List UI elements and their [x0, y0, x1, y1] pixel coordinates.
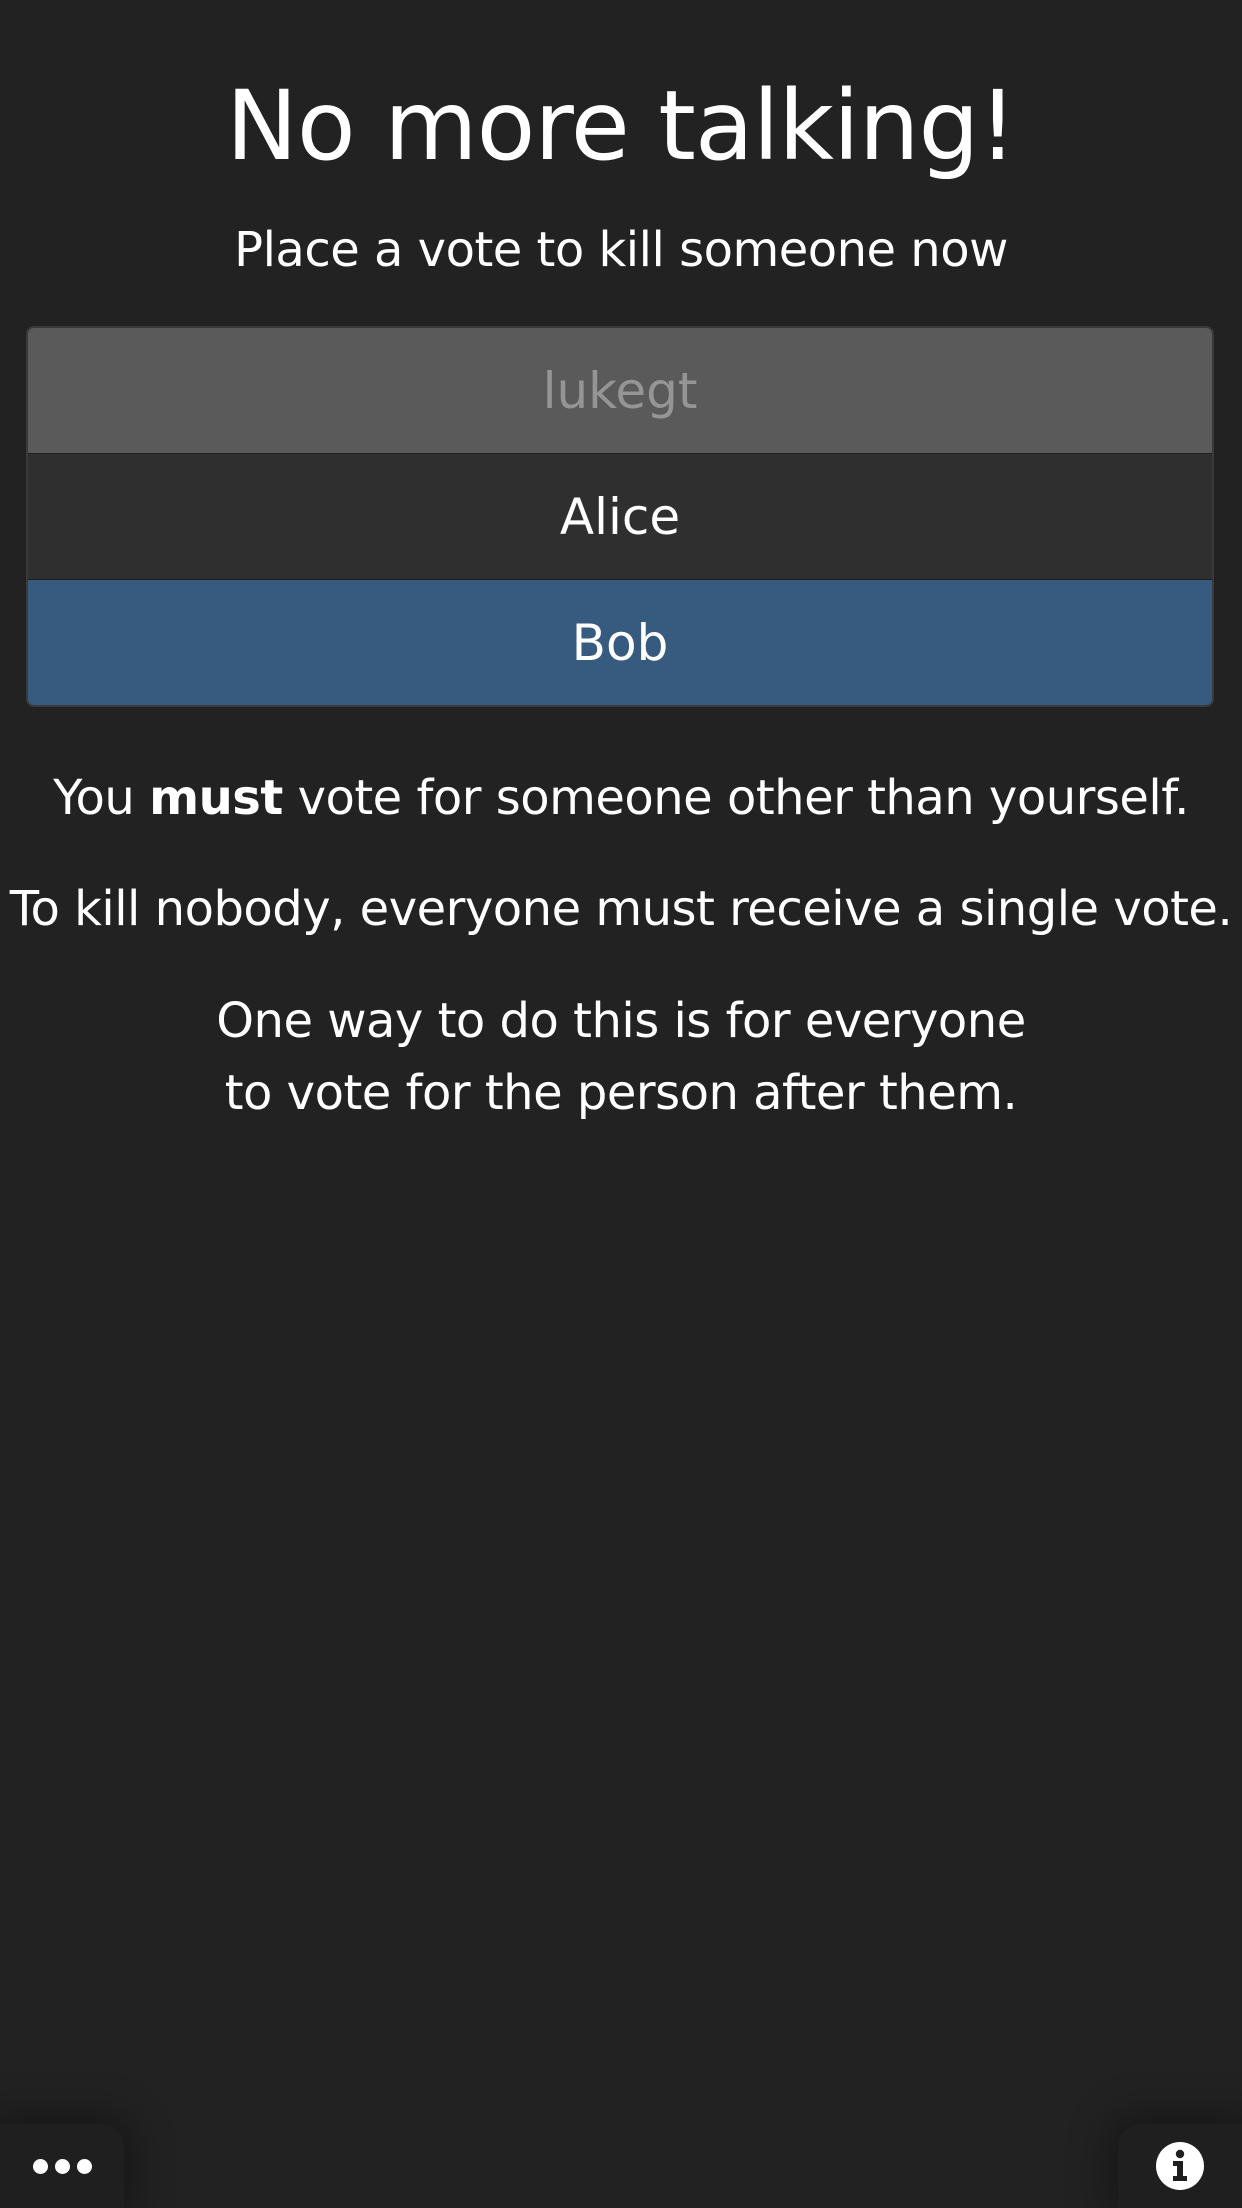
- vote-option-list: lukegt Alice Bob: [26, 326, 1214, 707]
- rule-vote-other: You must vote for someone other than you…: [0, 762, 1242, 834]
- vote-option-label: Alice: [559, 487, 681, 546]
- vote-option-label: Bob: [571, 614, 669, 672]
- ellipsis-icon: [32, 2158, 92, 2174]
- rule-hint: One way to do this is for everyone to vot…: [0, 985, 1242, 1129]
- rule-hint-line-1: One way to do this is for everyone: [216, 993, 1026, 1049]
- rule-kill-nobody: To kill nobody, everyone must receive a …: [9, 881, 1233, 937]
- info-button[interactable]: [1118, 2124, 1242, 2208]
- vote-option-lukegt[interactable]: lukegt: [28, 328, 1212, 454]
- vote-screen: No more talking! Place a vote to kill so…: [0, 0, 1242, 2208]
- menu-button[interactable]: [0, 2124, 124, 2208]
- page-title: No more talking!: [226, 70, 1017, 182]
- rule-emphasis: must: [149, 770, 283, 826]
- rule-hint-line-2: to vote for the person after them.: [224, 1065, 1018, 1121]
- info-circle-icon: [1155, 2141, 1205, 2191]
- vote-option-label: lukegt: [542, 361, 698, 420]
- rule-text-prefix: You: [53, 770, 150, 826]
- rule-text-suffix: vote for someone other than yourself.: [282, 770, 1190, 826]
- vote-option-bob[interactable]: Bob: [28, 580, 1212, 705]
- vote-option-alice[interactable]: Alice: [28, 454, 1212, 580]
- page-subtitle: Place a vote to kill someone now: [234, 222, 1008, 278]
